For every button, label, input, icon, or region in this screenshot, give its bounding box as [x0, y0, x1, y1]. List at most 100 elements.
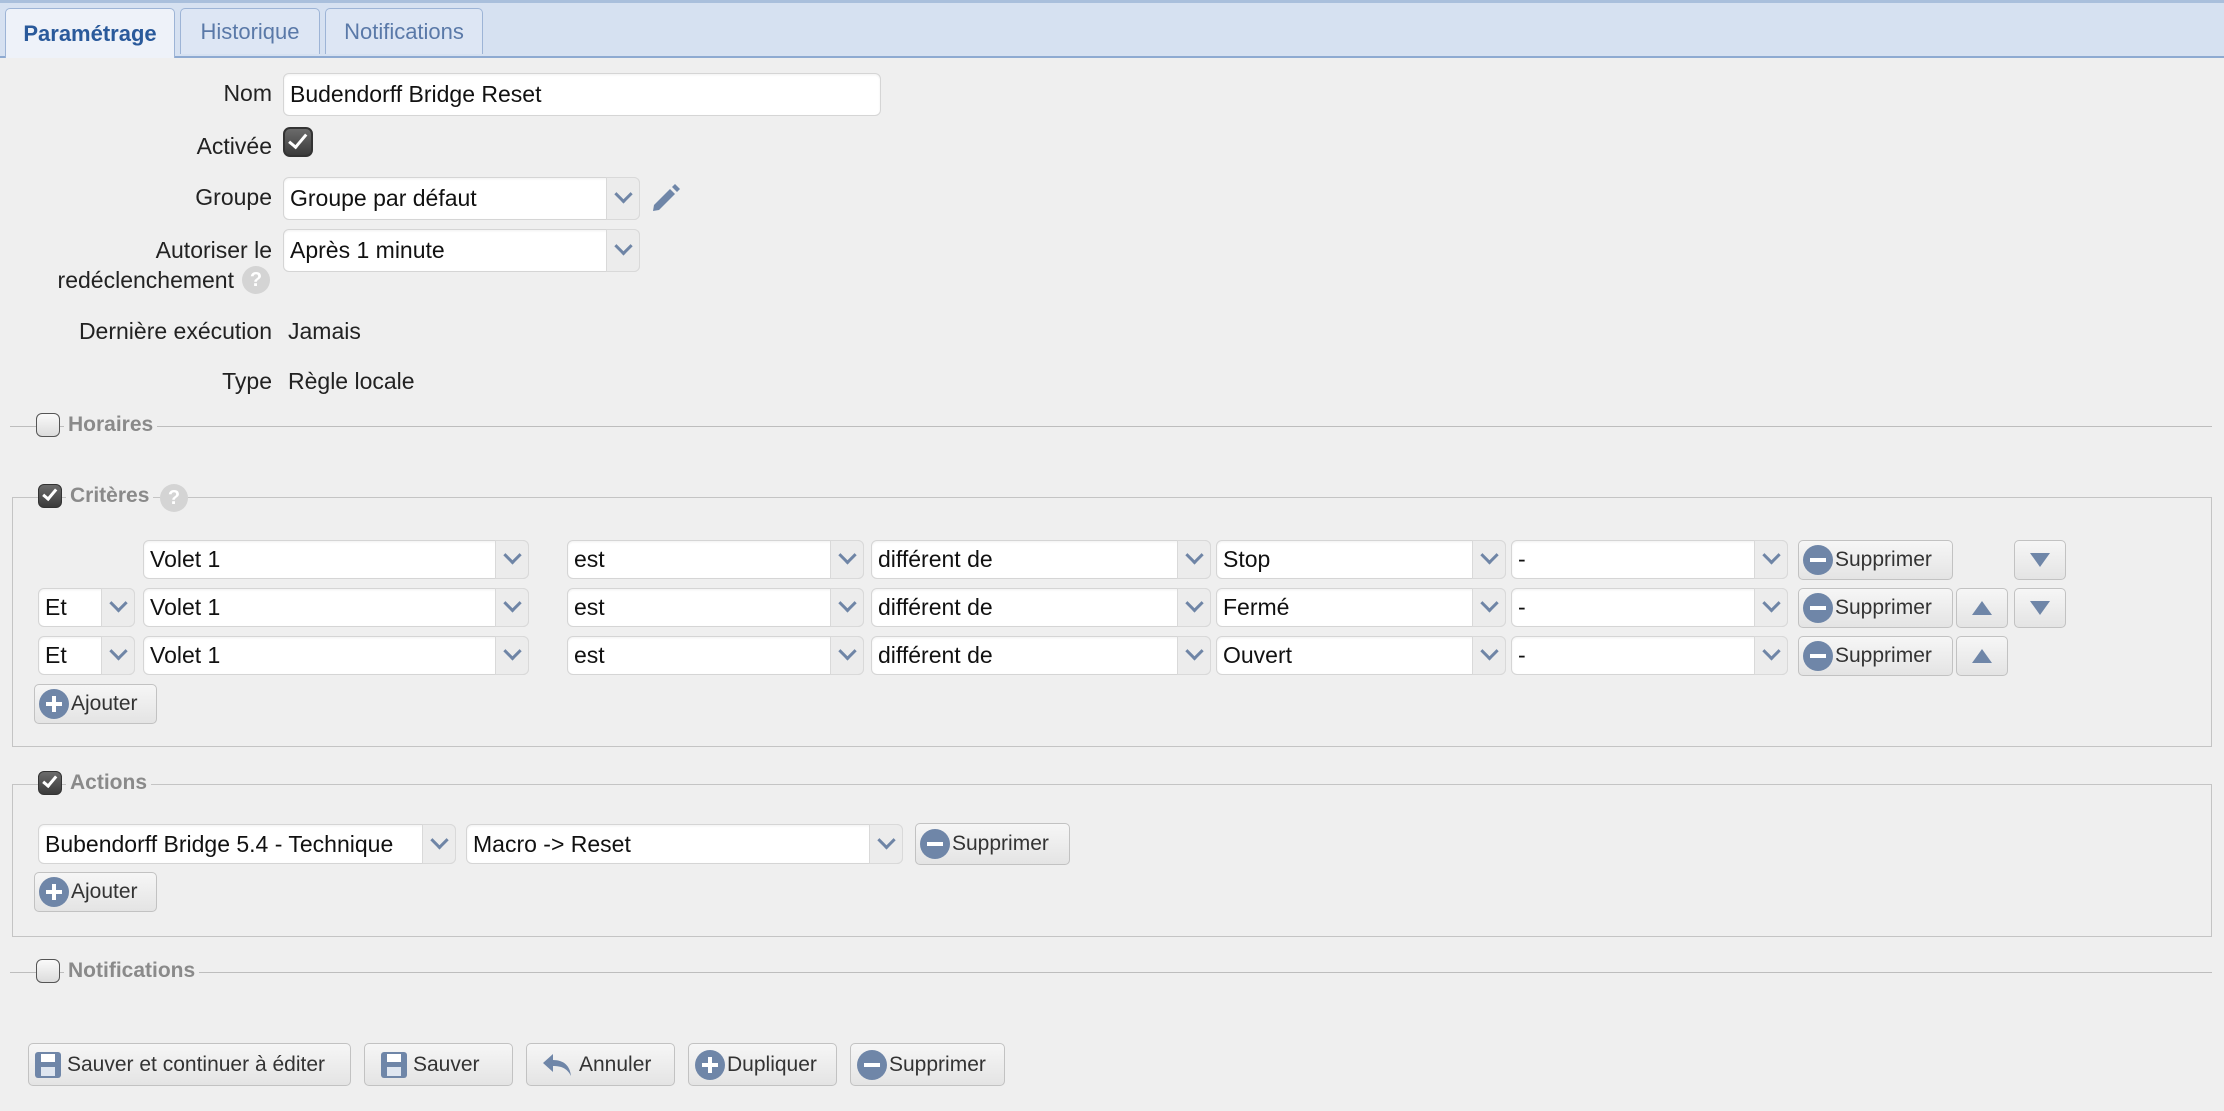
move-up-button[interactable] [1956, 588, 2008, 628]
criteria-value-value: Ouvert [1223, 642, 1293, 668]
criteres-legend[interactable]: Critères [66, 484, 154, 508]
criteria-extra-value: - [1518, 546, 1526, 572]
redeclenchement-label: Autoriser le redéclenchement [0, 235, 272, 295]
criteria-operator-select[interactable]: différent de [871, 636, 1211, 675]
cancel-button[interactable]: Annuler [526, 1043, 675, 1086]
criteria-device-select[interactable]: Volet 1 [143, 540, 529, 579]
criteria-operator-select[interactable]: différent de [871, 588, 1211, 627]
help-icon[interactable]: ? [160, 484, 188, 512]
chevron-down-icon [1177, 636, 1211, 675]
tab-historique[interactable]: Historique [180, 8, 320, 54]
minus-circle-icon [920, 829, 950, 859]
move-down-button[interactable] [2014, 540, 2066, 580]
action-command-value: Macro -> Reset [473, 830, 631, 857]
criteria-device-select[interactable]: Volet 1 [143, 636, 529, 675]
criteria-verb-select[interactable]: est [567, 540, 864, 579]
chevron-down-icon [495, 588, 529, 627]
pencil-icon[interactable] [648, 181, 682, 215]
criteria-verb-select[interactable]: est [567, 636, 864, 675]
cancel-label: Annuler [579, 1052, 652, 1076]
redeclenchement-label-line1: Autoriser le [155, 237, 272, 263]
criteria-delete-button[interactable]: Supprimer [1798, 588, 1953, 628]
redeclenchement-select-value: Après 1 minute [290, 237, 445, 263]
delete-rule-button[interactable]: Supprimer [850, 1043, 1005, 1086]
criteria-connector-select[interactable]: Et [38, 636, 135, 675]
chevron-down-icon [495, 540, 529, 579]
chevron-down-icon [830, 540, 864, 579]
chevron-down-icon [1177, 540, 1211, 579]
criteria-operator-value: différent de [878, 546, 993, 572]
action-add-button[interactable]: Ajouter [34, 872, 157, 912]
criteria-value-select[interactable]: Ouvert [1216, 636, 1506, 675]
criteria-value-select[interactable]: Fermé [1216, 588, 1506, 627]
chevron-down-icon [1754, 588, 1788, 627]
criteria-device-value: Volet 1 [150, 546, 221, 572]
criteria-verb-value: est [574, 546, 605, 572]
check-icon [42, 772, 58, 789]
check-icon [42, 485, 58, 502]
save-button[interactable]: Sauver [364, 1043, 513, 1086]
derniere-execution-value: Jamais [288, 318, 361, 344]
criteria-operator-value: différent de [878, 642, 993, 668]
horaires-legend[interactable]: Horaires [64, 413, 158, 437]
actions-legend[interactable]: Actions [66, 771, 152, 795]
notifications-legend[interactable]: Notifications [64, 959, 200, 983]
chevron-down-icon [830, 636, 864, 675]
chevron-down-icon [1472, 540, 1506, 579]
criteria-verb-select[interactable]: est [567, 588, 864, 627]
floppy-icon [35, 1051, 61, 1078]
criteria-extra-select[interactable]: - [1511, 636, 1788, 675]
minus-circle-icon [1803, 545, 1833, 575]
plus-circle-icon [39, 689, 69, 719]
tab-notifications[interactable]: Notifications [325, 8, 483, 54]
chevron-down-icon [495, 636, 529, 675]
criteria-delete-button[interactable]: Supprimer [1798, 540, 1953, 580]
duplicate-icon [695, 1049, 725, 1080]
move-down-button[interactable] [2014, 588, 2066, 628]
criteria-operator-value: différent de [878, 594, 993, 620]
duplicate-button[interactable]: Dupliquer [688, 1043, 837, 1086]
duplicate-label: Dupliquer [727, 1052, 817, 1076]
actions-checkbox[interactable] [38, 771, 62, 795]
criteria-delete-button[interactable]: Supprimer [1798, 636, 1953, 676]
tab-bar: Paramétrage Historique Notifications [0, 0, 2224, 58]
chevron-down-icon [1472, 588, 1506, 627]
chevron-down-icon [422, 824, 456, 864]
action-delete-button[interactable]: Supprimer [915, 823, 1070, 865]
criteres-checkbox[interactable] [38, 484, 62, 508]
redeclenchement-select[interactable]: Après 1 minute [283, 229, 640, 272]
nom-input[interactable]: Budendorff Bridge Reset [283, 73, 881, 116]
criteria-extra-value: - [1518, 642, 1526, 668]
chevron-down-icon [1754, 540, 1788, 579]
criteria-connector-value: Et [45, 642, 67, 668]
criteria-value-value: Fermé [1223, 594, 1290, 620]
action-device-select[interactable]: Bubendorff Bridge 5.4 - Technique [38, 824, 456, 864]
nom-label: Nom [223, 80, 272, 106]
groupe-select[interactable]: Groupe par défaut [283, 177, 640, 220]
criteria-delete-label: Supprimer [1835, 644, 1932, 667]
tab-parametrage[interactable]: Paramétrage [5, 8, 175, 58]
criteria-connector-select[interactable]: Et [38, 588, 135, 627]
criteria-verb-value: est [574, 594, 605, 620]
criteria-add-button[interactable]: Ajouter [34, 684, 157, 724]
notifications-checkbox[interactable] [36, 959, 60, 983]
save-continue-button[interactable]: Sauver et continuer à éditer [28, 1043, 351, 1086]
action-add-label: Ajouter [71, 880, 138, 903]
help-icon[interactable]: ? [242, 266, 270, 294]
horaires-checkbox[interactable] [36, 413, 60, 437]
criteria-extra-select[interactable]: - [1511, 588, 1788, 627]
arrow-down-icon [2030, 553, 2050, 567]
arrow-up-icon [1972, 649, 1992, 663]
arrow-up-icon [1972, 601, 1992, 615]
action-command-select[interactable]: Macro -> Reset [466, 824, 903, 864]
chevron-down-icon [101, 588, 135, 627]
criteria-operator-select[interactable]: différent de [871, 540, 1211, 579]
activee-checkbox[interactable] [283, 127, 313, 157]
criteria-value-select[interactable]: Stop [1216, 540, 1506, 579]
criteria-extra-value: - [1518, 594, 1526, 620]
chevron-down-icon [606, 229, 640, 272]
criteria-device-value: Volet 1 [150, 594, 221, 620]
move-up-button[interactable] [1956, 636, 2008, 676]
criteria-extra-select[interactable]: - [1511, 540, 1788, 579]
criteria-device-select[interactable]: Volet 1 [143, 588, 529, 627]
